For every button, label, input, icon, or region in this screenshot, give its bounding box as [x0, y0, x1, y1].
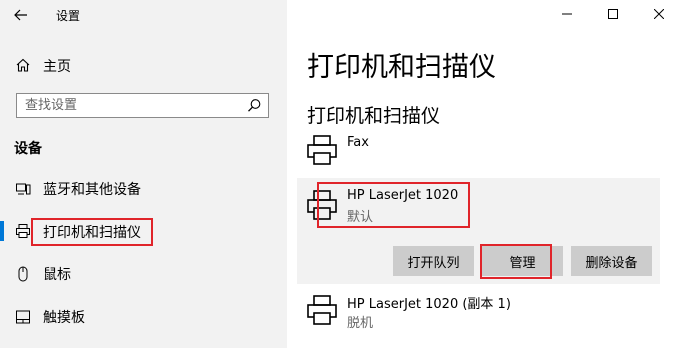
window-controls	[544, 0, 682, 28]
touchpad-icon	[14, 308, 32, 326]
printer-icon	[14, 222, 32, 240]
minimize-button[interactable]	[544, 0, 590, 28]
home-icon	[14, 56, 32, 74]
nav-home[interactable]: 主页	[0, 52, 287, 78]
annotation-highlight-device	[317, 182, 470, 228]
page-title: 打印机和扫描仪	[307, 52, 496, 83]
search-icon[interactable]	[247, 98, 262, 113]
maximize-button[interactable]	[590, 0, 636, 28]
annotation-highlight-sidebar	[31, 218, 153, 246]
open-queue-button[interactable]: 打开队列	[393, 246, 474, 276]
mouse-icon	[14, 265, 32, 283]
close-button[interactable]	[636, 0, 682, 28]
remove-device-button[interactable]: 删除设备	[571, 246, 652, 276]
back-arrow-icon	[14, 9, 27, 21]
sidebar-item-bluetooth[interactable]: 蓝牙和其他设备	[0, 172, 287, 204]
active-indicator	[0, 221, 4, 241]
device-status: 脱机	[347, 316, 374, 331]
maximize-icon	[608, 9, 618, 19]
section-title: 打印机和扫描仪	[307, 105, 441, 127]
minimize-icon	[562, 13, 572, 15]
sidebar: 设置 主页 设备 蓝牙和其他设备	[0, 0, 287, 348]
device-name: Fax	[347, 135, 369, 150]
home-label: 主页	[43, 59, 71, 75]
sidebar-item-mouse[interactable]: 鼠标	[0, 257, 287, 289]
close-icon	[654, 9, 664, 19]
device-hp-laserjet-copy[interactable]: HP LaserJet 1020 (副本 1) 脱机	[297, 290, 660, 340]
main-content: 打印机和扫描仪 打印机和扫描仪 Fax HP LaserJet 1020 默认 …	[287, 0, 682, 348]
printer-icon	[307, 295, 337, 325]
search-input[interactable]	[17, 94, 245, 117]
sidebar-item-touchpad[interactable]: 触摸板	[0, 300, 287, 332]
sidebar-item-label: 蓝牙和其他设备	[43, 182, 141, 198]
sidebar-section-title: 设备	[14, 141, 42, 157]
sidebar-item-label: 触摸板	[43, 310, 85, 326]
printer-icon	[307, 135, 337, 165]
sidebar-item-label: 鼠标	[43, 267, 71, 283]
annotation-highlight-manage	[480, 244, 552, 279]
device-name: HP LaserJet 1020 (副本 1)	[347, 297, 511, 312]
app-title: 设置	[56, 9, 81, 23]
bluetooth-devices-icon	[14, 180, 32, 198]
back-button[interactable]	[8, 5, 34, 25]
search-box[interactable]	[16, 93, 269, 118]
device-fax[interactable]: Fax	[297, 128, 660, 172]
